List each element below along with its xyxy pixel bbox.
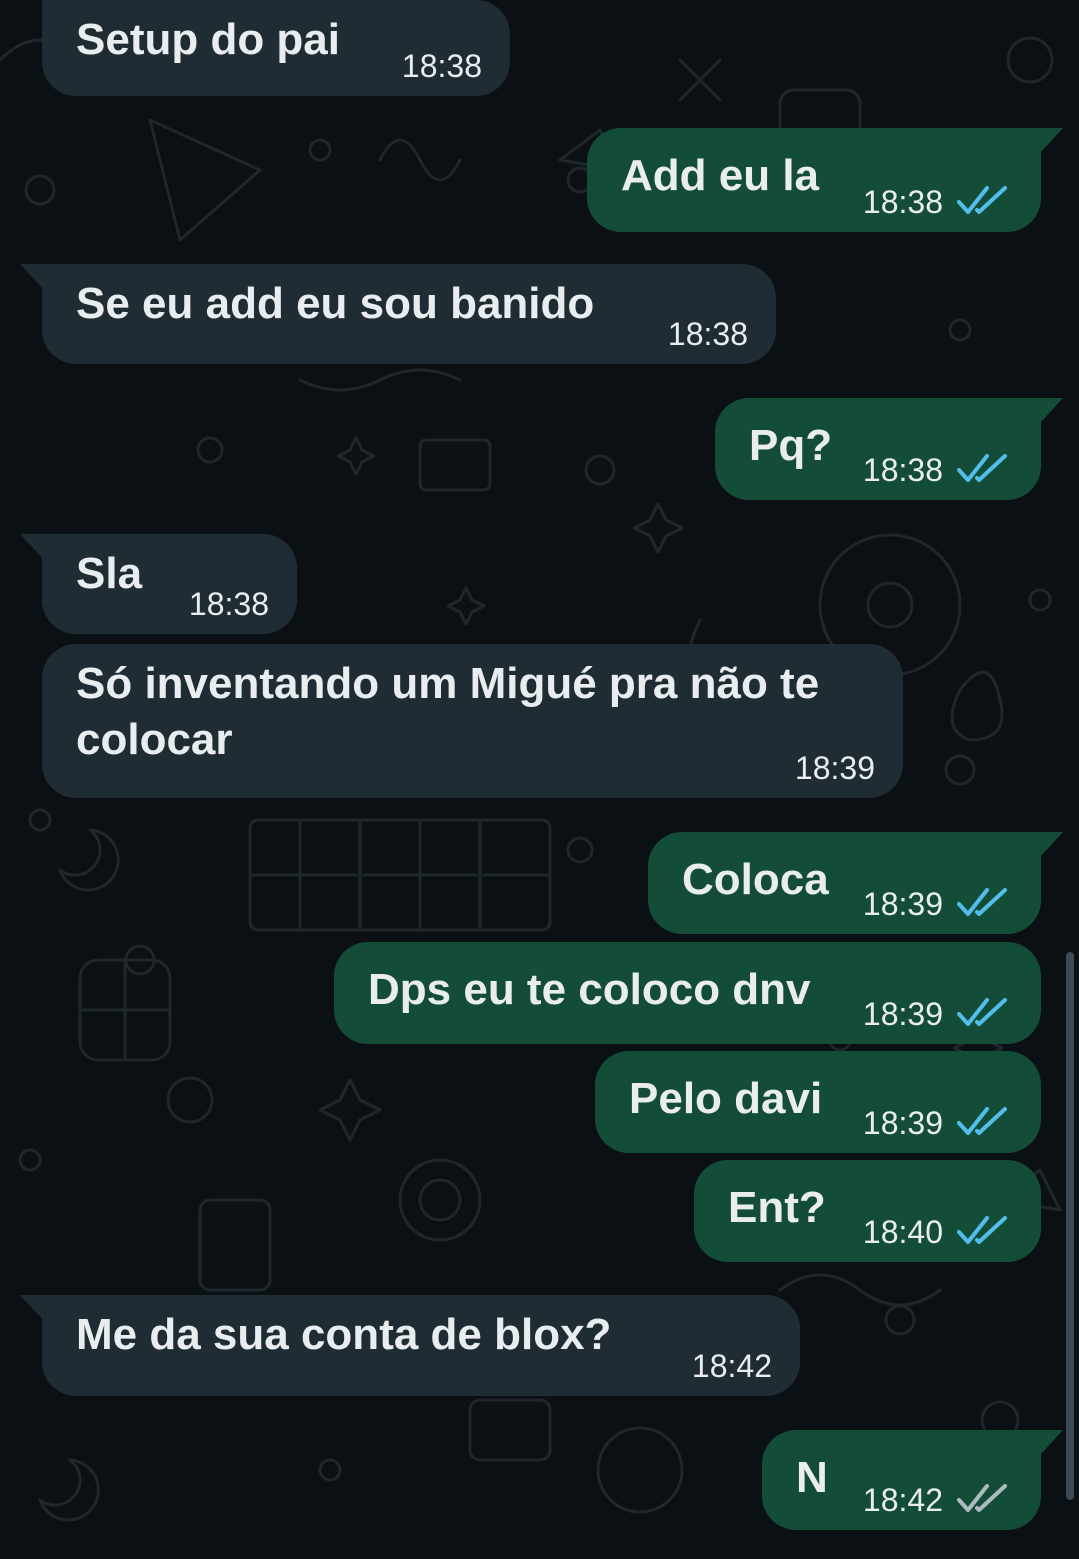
bubble-tail [20, 1295, 44, 1321]
message-text: N [796, 1453, 828, 1502]
message-time: 18:39 [794, 750, 875, 786]
read-double-check-icon [957, 1107, 1007, 1135]
message-time: 18:38 [188, 586, 269, 622]
bubble-tail [1039, 1430, 1063, 1456]
bubble-tail [1039, 398, 1063, 424]
chat-messages: Setup do pai 18:38 Add eu la 18:38 Se eu… [0, 0, 1079, 1559]
chat-scrollbar[interactable] [1066, 952, 1074, 1500]
bubble-tail [1039, 128, 1063, 154]
message-time: 18:39 [862, 996, 943, 1032]
message-outgoing[interactable]: Coloca 18:39 [648, 832, 1063, 934]
message-incoming[interactable]: Setup do pai 18:38 [42, 0, 510, 96]
message-time: 18:40 [862, 1214, 943, 1250]
message-text: Pq? [749, 421, 833, 470]
message-text: Coloca [682, 855, 829, 904]
message-text: Se eu add eu sou banido [76, 279, 595, 328]
message-text: Dps eu te coloco dnv [368, 965, 811, 1014]
message-incoming[interactable]: Se eu add eu sou banido 18:38 [20, 264, 776, 364]
message-text: Pelo davi [629, 1074, 823, 1123]
message-time: 18:38 [401, 48, 482, 84]
message-outgoing[interactable]: Dps eu te coloco dnv 18:39 [334, 942, 1041, 1044]
message-time: 18:42 [691, 1348, 772, 1384]
read-double-check-icon [957, 888, 1007, 916]
message-outgoing[interactable]: Pq? 18:38 [715, 398, 1063, 500]
message-time: 18:39 [862, 886, 943, 922]
message-text: Me da sua conta de blox? [76, 1310, 612, 1359]
message-text: Add eu la [621, 151, 820, 200]
message-time: 18:38 [862, 184, 943, 220]
message-time: 18:38 [667, 316, 748, 352]
read-double-check-icon [957, 1216, 1007, 1244]
message-incoming[interactable]: Só inventando um Migué pra não te coloca… [42, 644, 903, 798]
message-text: Sla [76, 549, 143, 598]
message-outgoing[interactable]: Add eu la 18:38 [587, 128, 1063, 232]
delivered-double-check-icon [957, 1484, 1007, 1512]
message-outgoing[interactable]: Ent? 18:40 [694, 1160, 1041, 1262]
read-double-check-icon [957, 186, 1007, 214]
message-text: Setup do pai [76, 15, 340, 64]
read-double-check-icon [957, 454, 1007, 482]
message-time: 18:42 [862, 1482, 943, 1518]
bubble-tail [20, 264, 44, 290]
message-outgoing[interactable]: Pelo davi 18:39 [595, 1051, 1041, 1153]
bubble-tail [20, 534, 44, 560]
message-outgoing[interactable]: N 18:42 [762, 1430, 1063, 1530]
message-text: Só inventando um Migué pra não te coloca… [76, 659, 820, 764]
message-incoming[interactable]: Me da sua conta de blox? 18:42 [20, 1295, 800, 1396]
bubble-tail [1039, 832, 1063, 858]
message-text: Ent? [728, 1183, 826, 1232]
message-time: 18:39 [862, 1105, 943, 1141]
message-time: 18:38 [862, 452, 943, 488]
read-double-check-icon [957, 998, 1007, 1026]
message-incoming[interactable]: Sla 18:38 [20, 534, 297, 634]
